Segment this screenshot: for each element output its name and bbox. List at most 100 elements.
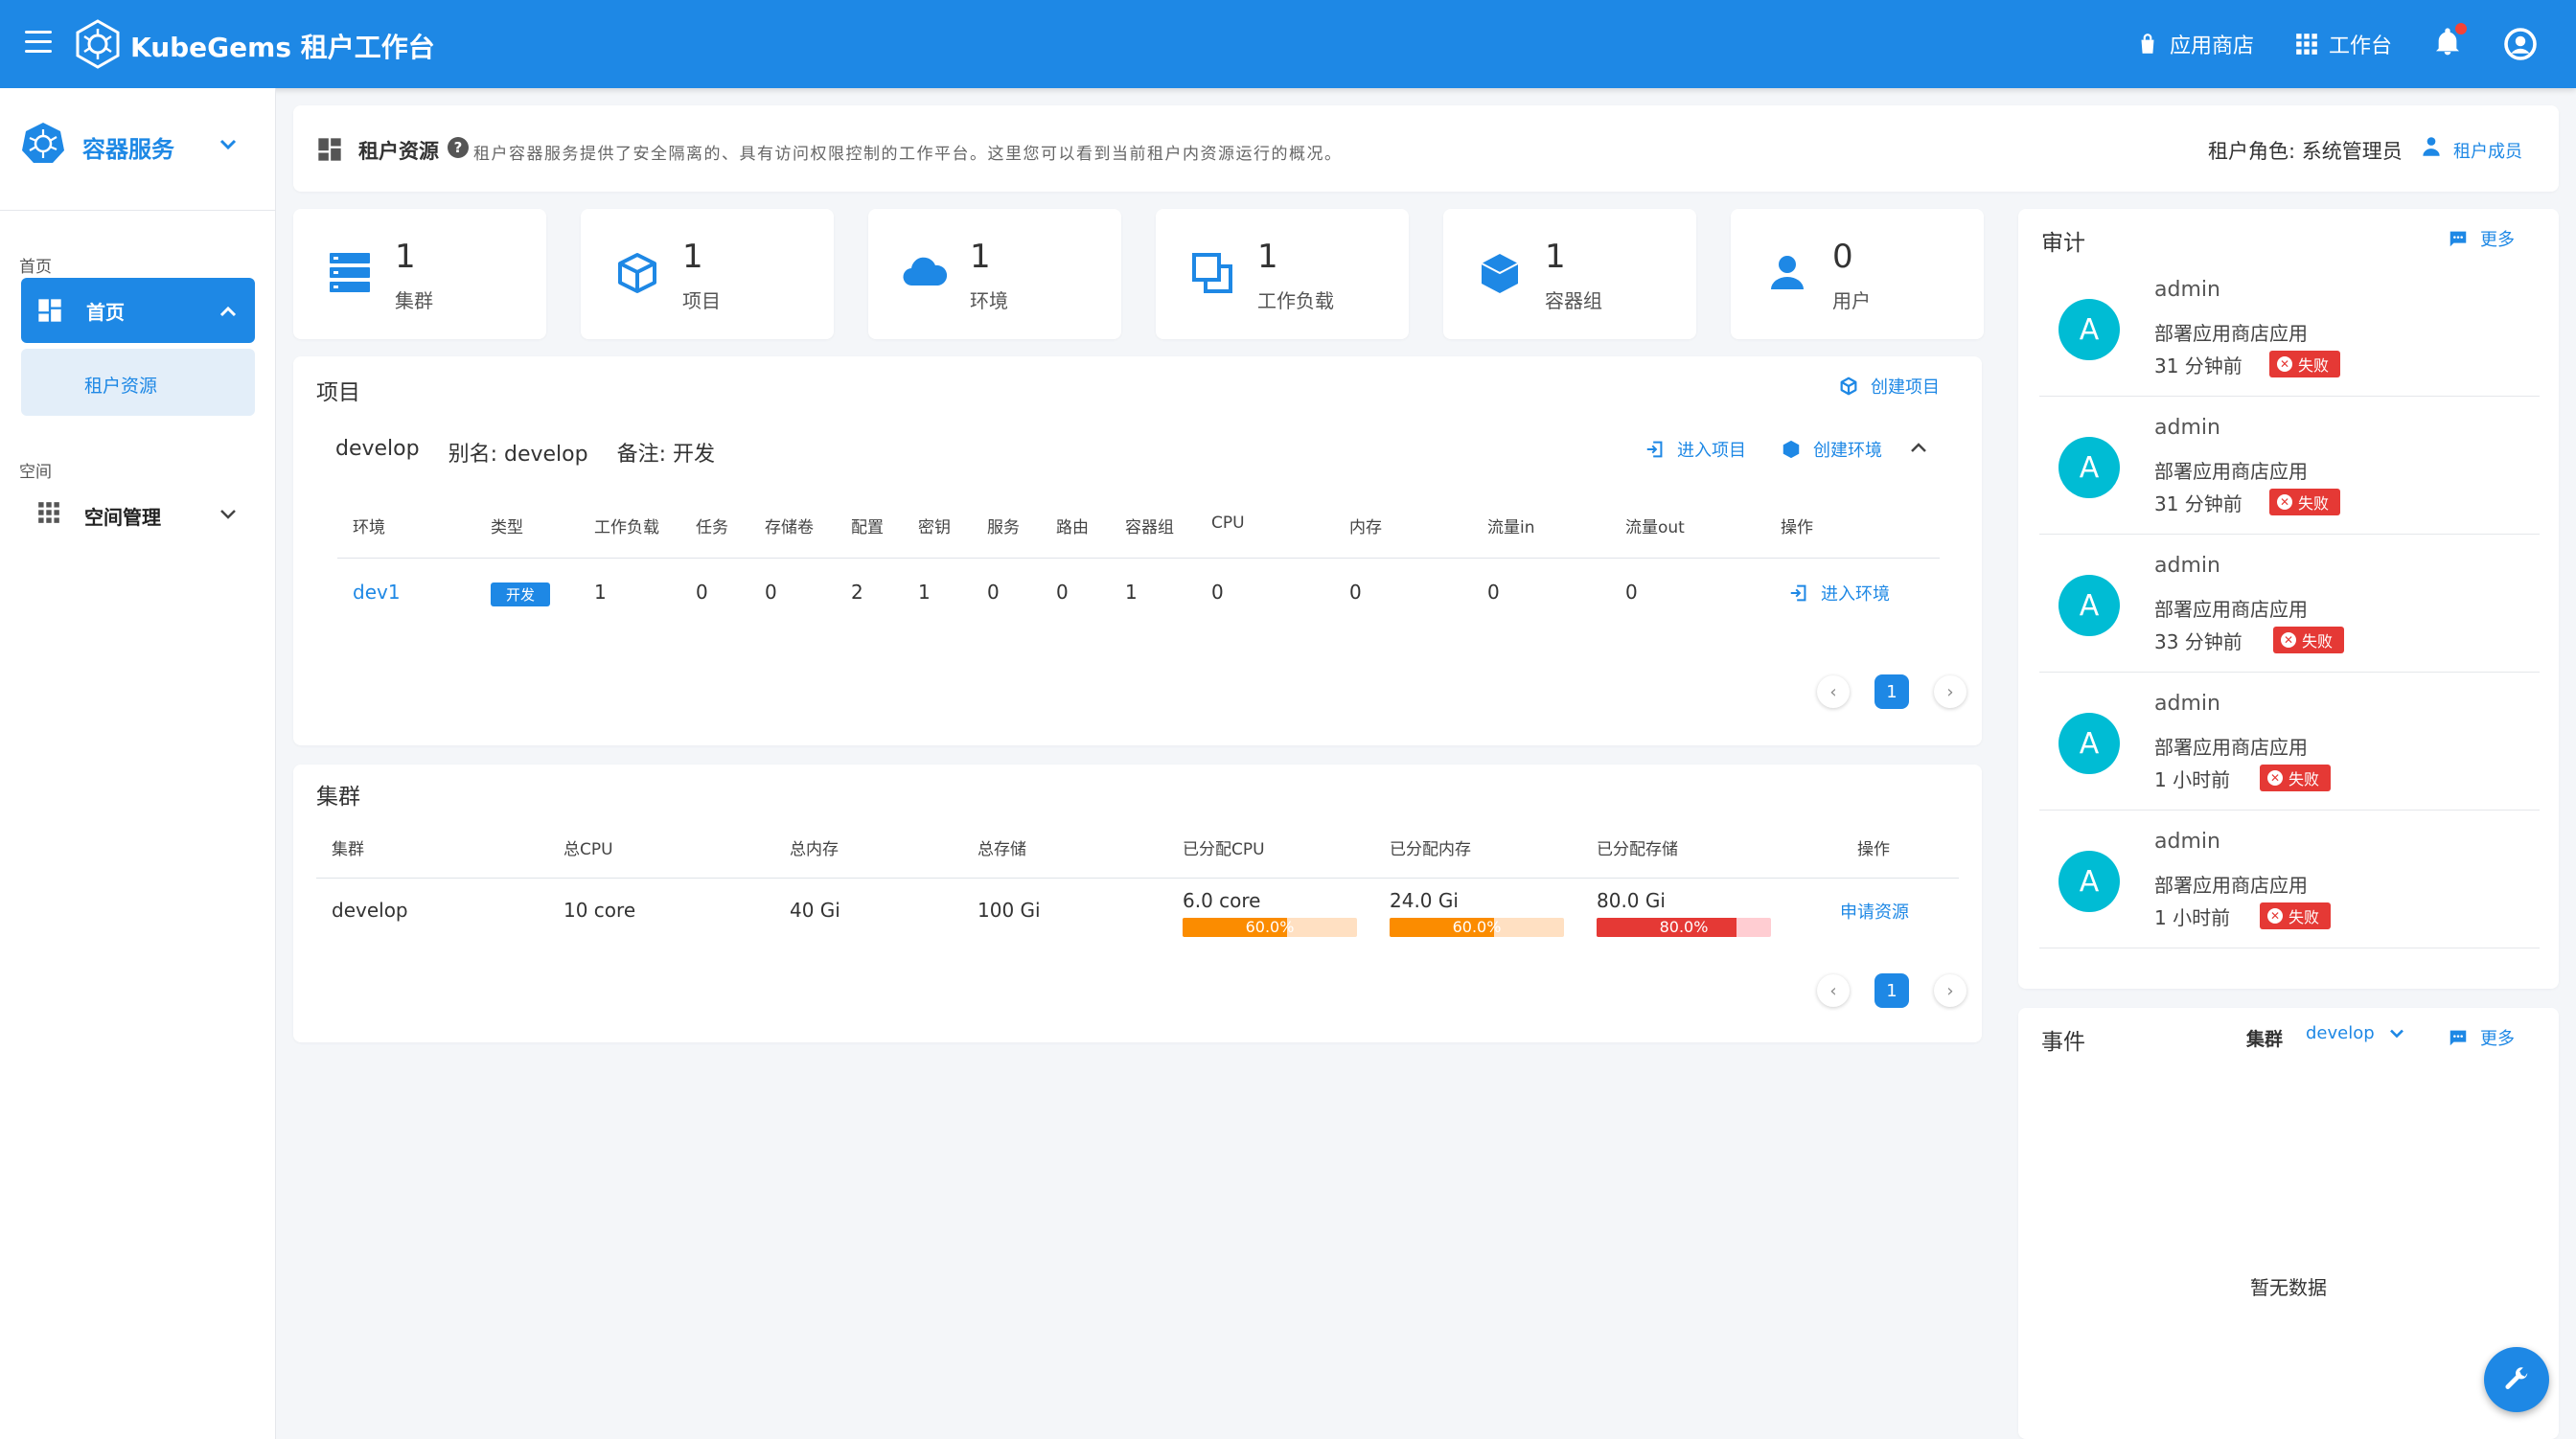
close-circle-icon: ✕ — [2277, 494, 2292, 510]
service-selector[interactable]: 容器服务 — [0, 88, 276, 211]
request-resource-link[interactable]: 申请资源 — [1840, 899, 1909, 924]
alloc-cpu-progress: 60.0% — [1183, 918, 1357, 937]
cluster-select-value: develop — [2306, 1023, 2375, 1043]
stat-value: 1 — [395, 238, 416, 276]
column-header: 类型 — [491, 518, 523, 537]
audit-more-button[interactable]: 更多 — [2448, 226, 2515, 251]
column-header: 环境 — [353, 518, 385, 537]
cube-solid-icon — [1481, 254, 1519, 293]
next-page-button[interactable]: › — [1934, 974, 1966, 1007]
column-header: 操作 — [1857, 840, 1890, 859]
enter-environment-button[interactable]: 进入环境 — [1788, 581, 1890, 605]
sidebar-item-home[interactable]: 首页 — [21, 278, 255, 343]
column-header: 服务 — [987, 518, 1020, 537]
stat-label: 集群 — [395, 289, 433, 312]
app-store-label: 应用商店 — [2169, 34, 2254, 58]
stat-label: 用户 — [1832, 289, 1871, 312]
account-group-icon[interactable] — [2419, 134, 2444, 159]
column-header: 集群 — [332, 840, 364, 859]
prev-page-button[interactable]: ‹ — [1817, 675, 1850, 708]
prev-page-button[interactable]: ‹ — [1817, 974, 1850, 1007]
table-cell: 1 — [918, 581, 931, 604]
stat-value: 1 — [1545, 238, 1566, 276]
stat-label: 项目 — [682, 289, 721, 312]
next-page-button[interactable]: › — [1934, 675, 1966, 708]
env-link-dev1[interactable]: dev1 — [353, 581, 401, 604]
app-store-link[interactable]: 应用商店 — [2135, 29, 2254, 59]
stat-value: 0 — [1832, 238, 1853, 276]
cube-outline-icon — [1840, 377, 1857, 396]
create-environment-label: 创建环境 — [1813, 441, 1882, 461]
audit-time: 31 分钟前 — [2154, 492, 2242, 515]
current-page-button[interactable]: 1 — [1874, 973, 1909, 1008]
audit-user: admin — [2154, 278, 2220, 302]
current-page-button[interactable]: 1 — [1874, 674, 1909, 709]
cube-outline-icon — [618, 253, 656, 293]
chevron-down-icon — [219, 139, 237, 150]
tenant-members-link[interactable]: 租户成员 — [2453, 138, 2522, 163]
kubegems-logo-icon — [76, 19, 120, 69]
table-cell: 2 — [851, 581, 863, 604]
stat-card-pods: 1 容器组 — [1443, 209, 1696, 339]
sidebar-item-tenant-resource-label: 租户资源 — [84, 376, 158, 397]
project-name: develop — [335, 437, 420, 461]
enter-project-button[interactable]: 进入项目 — [1644, 437, 1746, 462]
notifications-button[interactable] — [2432, 22, 2467, 62]
events-more-label: 更多 — [2480, 1029, 2515, 1049]
tools-fab-button[interactable] — [2484, 1347, 2549, 1412]
cluster-total-storage: 100 Gi — [978, 899, 1041, 922]
enter-project-label: 进入项目 — [1677, 441, 1746, 461]
cluster-total-mem: 40 Gi — [790, 899, 840, 922]
column-header: 已分配存储 — [1597, 840, 1678, 859]
page-header: 租户资源 ? 租户容器服务提供了安全隔离的、具有访问权限控制的工作平台。这里您可… — [293, 105, 2559, 192]
menu-icon[interactable] — [25, 31, 52, 54]
avatar: A — [2058, 851, 2120, 912]
project-row-header: develop 别名: develop 备注: 开发 — [335, 437, 715, 468]
avatar: A — [2058, 299, 2120, 360]
table-cell: 0 — [987, 581, 1000, 604]
status-text: 失败 — [2298, 356, 2330, 375]
audit-more-label: 更多 — [2480, 230, 2515, 250]
stat-card-workloads: 1 工作负载 — [1156, 209, 1409, 339]
audit-time: 1 小时前 — [2154, 768, 2231, 791]
svg-text:?: ? — [454, 139, 463, 156]
dashboard-icon — [318, 138, 341, 161]
shopping-bag-icon — [2141, 34, 2154, 54]
login-icon — [1790, 584, 1806, 602]
sidebar-item-home-label: 首页 — [86, 301, 125, 324]
collapse-chevron-up-icon[interactable] — [1909, 441, 1928, 454]
status-text: 失败 — [2302, 632, 2334, 651]
table-cell: 1 — [594, 581, 607, 604]
table-cell: 0 — [1349, 581, 1362, 604]
sidebar-item-tenant-resource[interactable]: 租户资源 — [21, 349, 255, 416]
events-cluster-label: 集群 — [2246, 1029, 2284, 1050]
avatar: A — [2058, 713, 2120, 774]
stat-card-projects: 1 项目 — [581, 209, 834, 339]
sidebar-item-space-manage[interactable]: 空间管理 — [21, 485, 255, 542]
cluster-select[interactable]: develop — [2306, 1023, 2405, 1043]
alloc-mem-progress: 60.0% — [1390, 918, 1564, 937]
create-project-button[interactable]: 创建项目 — [1838, 374, 1940, 399]
events-more-button[interactable]: 更多 — [2448, 1025, 2515, 1050]
enter-environment-label: 进入环境 — [1821, 584, 1890, 605]
alloc-storage-percent: 80.0% — [1659, 918, 1709, 936]
audit-time: 33 分钟前 — [2154, 630, 2242, 653]
audit-card-title: 审计 — [2041, 231, 2085, 256]
help-circle-icon[interactable]: ? — [447, 136, 470, 159]
table-divider — [337, 558, 1940, 559]
cluster-card-title: 集群 — [316, 785, 360, 810]
create-environment-button[interactable]: 创建环境 — [1781, 437, 1882, 462]
column-header: 总存储 — [978, 840, 1026, 859]
copy-squares-icon — [1192, 253, 1232, 293]
workbench-label: 工作台 — [2328, 34, 2392, 58]
workbench-link[interactable]: 工作台 — [2294, 29, 2392, 59]
column-header: 总CPU — [564, 840, 613, 859]
audit-action: 部署应用商店应用 — [2154, 736, 2308, 759]
cluster-total-cpu: 10 core — [564, 899, 636, 922]
status-badge: ✕ 失败 — [2269, 489, 2341, 515]
account-circle-icon[interactable] — [2503, 27, 2538, 61]
status-badge: ✕ 失败 — [2269, 351, 2341, 377]
project-pagination: ‹ 1 › — [1817, 674, 1966, 709]
column-header: 总内存 — [790, 840, 839, 859]
service-title: 容器服务 — [82, 136, 174, 163]
